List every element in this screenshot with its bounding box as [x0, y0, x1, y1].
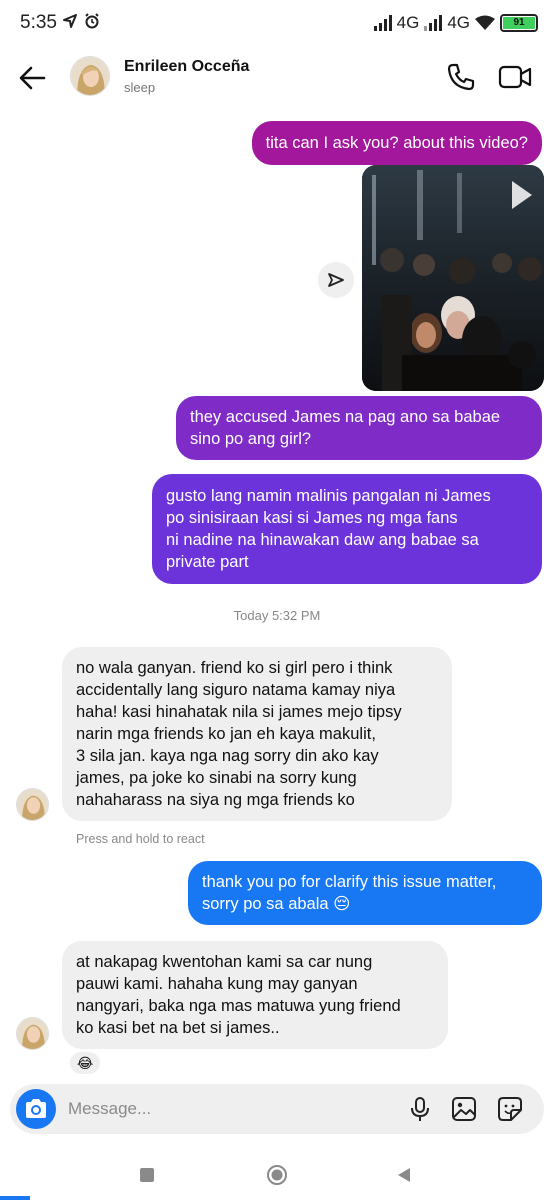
- message-bubble-incoming[interactable]: no wala ganyan. friend ko si girl pero i…: [62, 647, 452, 821]
- contact-status: sleep: [124, 80, 156, 95]
- message-bubble-outgoing[interactable]: thank you po for clarify this issue matt…: [188, 861, 542, 925]
- alarm-icon: [85, 13, 99, 29]
- avatar[interactable]: [70, 56, 110, 96]
- share-button[interactable]: [318, 262, 354, 298]
- network-label: 4G: [447, 13, 470, 32]
- contact-name[interactable]: Enrileen Occeña: [124, 58, 249, 76]
- phone-icon[interactable]: [446, 62, 476, 92]
- status-bar: 5:35 4G 4G 91: [0, 0, 554, 50]
- chat-header: Enrileen Occeña sleep: [0, 50, 554, 110]
- message-bubble-outgoing[interactable]: gusto lang namin malinis pangalan ni Jam…: [152, 474, 542, 584]
- avatar[interactable]: [16, 788, 49, 821]
- back-arrow-icon[interactable]: [14, 60, 50, 96]
- message-input[interactable]: [68, 1097, 308, 1121]
- camera-icon: [26, 1099, 46, 1118]
- network-label: 4G: [396, 13, 420, 32]
- camera-button[interactable]: [16, 1089, 56, 1129]
- nav-back-icon: [398, 1168, 410, 1182]
- shared-video[interactable]: [362, 165, 544, 391]
- home-button[interactable]: [265, 1163, 289, 1187]
- video-call-icon[interactable]: [498, 62, 532, 92]
- message-bubble-outgoing[interactable]: tita can I ask you? about this video?: [251, 121, 542, 165]
- microphone-icon[interactable]: [406, 1095, 434, 1123]
- battery-icon: 91: [500, 14, 538, 32]
- message-reaction[interactable]: 😂: [68, 1050, 102, 1076]
- sticker-icon[interactable]: [496, 1095, 524, 1123]
- nav-indicator: [0, 1196, 30, 1200]
- share-icon: [328, 273, 344, 287]
- signal-icon: [373, 15, 392, 31]
- status-time: 5:35: [20, 12, 57, 33]
- message-bubble-incoming[interactable]: at nakapag kwentohan kami sa car nung pa…: [62, 941, 448, 1049]
- wifi-icon: [475, 15, 495, 30]
- chat-timestamp: Today 5:32 PM: [233, 608, 321, 623]
- avatar[interactable]: [16, 1017, 49, 1050]
- signal-icon: [424, 15, 443, 31]
- back-button[interactable]: [392, 1163, 416, 1187]
- message-composer: [10, 1084, 544, 1134]
- react-hint: Press and hold to react: [76, 832, 205, 846]
- message-bubble-outgoing[interactable]: they accused James na pag ano sa babae s…: [176, 396, 542, 460]
- system-nav-bar: [0, 1150, 554, 1200]
- gallery-icon[interactable]: [450, 1095, 478, 1123]
- location-arrow-icon: [63, 14, 77, 28]
- recents-icon: [140, 1168, 154, 1182]
- home-icon: [267, 1165, 287, 1185]
- recents-button[interactable]: [135, 1163, 159, 1187]
